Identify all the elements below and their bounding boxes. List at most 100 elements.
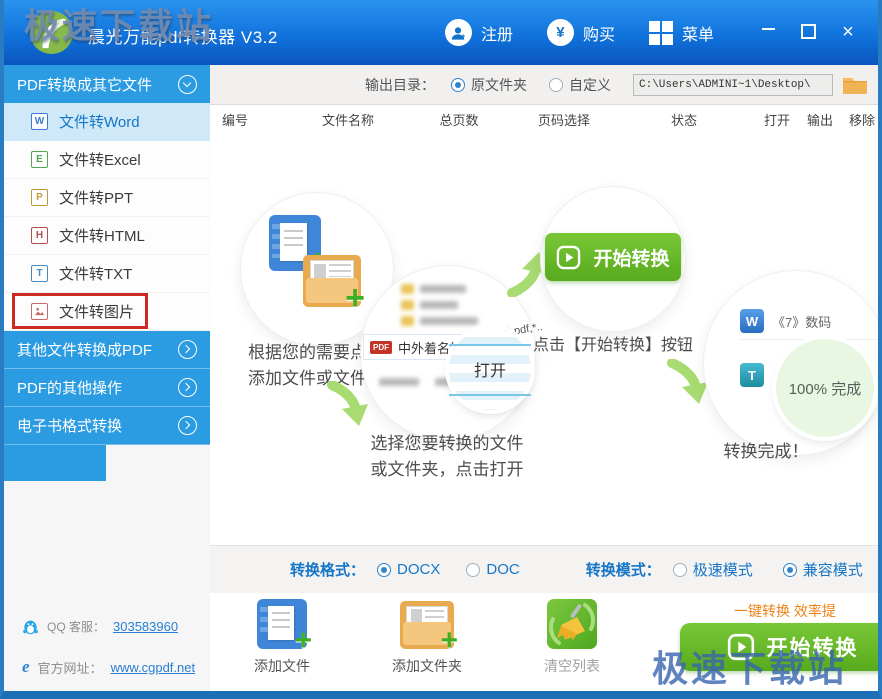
radio-custom-folder-label[interactable]: 自定义	[569, 75, 611, 95]
app-window: 晨光万能pdf转换器 V3.2 + 注册 ¥ 购买 菜单 × 极	[0, 0, 882, 699]
radio-source-folder-label[interactable]: 原文件夹	[471, 75, 527, 95]
official-site-label: 官方网址：	[38, 658, 103, 677]
txt-doc-icon: T	[740, 363, 764, 387]
play-icon	[556, 245, 581, 270]
chevron-right-circle-icon	[178, 416, 197, 435]
qq-service-label: QQ 客服：	[47, 618, 105, 635]
col-status: 状态	[614, 110, 754, 129]
add-file-icon: +	[257, 599, 307, 649]
tutorial-step4-caption: 转换完成！	[684, 439, 848, 465]
txt-file-icon: T	[31, 265, 48, 282]
result-file-text: 《7》数码	[772, 312, 831, 331]
col-output: 输出	[800, 110, 840, 129]
add-folder-label: 添加文件夹	[390, 656, 464, 676]
sidebar-section-ebook-convert[interactable]: 电子书格式转换	[4, 407, 210, 445]
close-button[interactable]: ×	[828, 0, 868, 65]
qq-number-link[interactable]: 303583960	[113, 619, 178, 634]
action-bar: + 添加文件 + 添加文件夹	[210, 593, 878, 691]
main-panel: 输出目录： 原文件夹 自定义 编号 文件名称 总页数 页码选择 状态 打开 输出…	[210, 65, 878, 691]
sidebar-item-label: 文件转TXT	[59, 263, 132, 284]
register-user-icon: +	[445, 19, 472, 46]
sidebar-section-pdf-to-other[interactable]: PDF转换成其它文件	[4, 65, 210, 103]
buy-label: 购买	[583, 21, 615, 45]
minimize-button[interactable]	[748, 0, 788, 65]
menu-label: 菜单	[682, 21, 714, 45]
radio-docx[interactable]	[377, 563, 391, 577]
sidebar-item-label: 文件转HTML	[59, 225, 145, 246]
radio-doc[interactable]	[466, 563, 480, 577]
radio-source-folder[interactable]	[451, 78, 465, 92]
register-label: 注册	[481, 21, 513, 45]
col-pages: 总页数	[404, 110, 514, 129]
word-doc-icon: W	[740, 309, 764, 333]
buy-button[interactable]: ¥ 购买	[547, 19, 615, 46]
menu-button[interactable]: 菜单	[649, 21, 714, 45]
col-index: 编号	[210, 110, 292, 129]
official-site-link[interactable]: www.cgpdf.net	[111, 660, 196, 675]
window-title: 晨光万能pdf转换器 V3.2	[88, 23, 278, 48]
sidebar-item-pdf-to-excel[interactable]: E 文件转Excel	[4, 141, 210, 179]
tutorial-step3-circle: 开始转换	[540, 186, 686, 332]
play-icon	[727, 633, 755, 661]
radio-compat-mode-label[interactable]: 兼容模式	[803, 559, 863, 580]
sidebar-item-label: 文件转Excel	[59, 149, 141, 170]
sidebar-section-label: 电子书格式转换	[17, 415, 122, 436]
open-button: 打开	[474, 357, 506, 381]
qq-icon	[22, 618, 39, 635]
sidebar-item-pdf-to-ppt[interactable]: P 文件转PPT	[4, 179, 210, 217]
sidebar-item-pdf-to-image[interactable]: 文件转图片	[4, 293, 210, 331]
word-file-icon: W	[31, 113, 48, 130]
radio-docx-label[interactable]: DOCX	[397, 561, 440, 578]
sidebar-section-label: PDF转换成其它文件	[17, 74, 152, 95]
format-bar: 转换格式： DOCX DOC 转换模式： 极速模式 兼容模式	[210, 545, 878, 593]
start-convert-button[interactable]: 开始转换	[680, 623, 878, 671]
radio-doc-label[interactable]: DOC	[486, 561, 519, 578]
green-plus-icon: +	[440, 626, 458, 656]
radio-compat-mode[interactable]	[783, 563, 797, 577]
svg-text:+: +	[462, 33, 466, 40]
radio-fast-mode-label[interactable]: 极速模式	[693, 559, 753, 580]
sidebar-section-pdf-other-ops[interactable]: PDF的其他操作	[4, 369, 210, 407]
sidebar: PDF转换成其它文件 W 文件转Word E 文件转Excel P 文件转PPT…	[4, 65, 210, 691]
menu-grid-icon	[649, 21, 673, 45]
minimize-icon	[762, 28, 775, 30]
mode-label: 转换模式：	[586, 559, 661, 580]
sidebar-section-label: PDF的其他操作	[17, 377, 122, 398]
sidebar-accent-block	[4, 445, 106, 481]
sidebar-item-pdf-to-txt[interactable]: T 文件转TXT	[4, 255, 210, 293]
radio-fast-mode[interactable]	[673, 563, 687, 577]
col-remove: 移除	[840, 110, 878, 129]
sidebar-item-pdf-to-html[interactable]: H 文件转HTML	[4, 217, 210, 255]
clear-list-button[interactable]: 清空列表	[535, 599, 609, 676]
tutorial-start-convert-button: 开始转换	[545, 233, 681, 281]
sidebar-item-pdf-to-word[interactable]: W 文件转Word	[4, 103, 210, 141]
radio-custom-folder[interactable]	[549, 78, 563, 92]
excel-file-icon: E	[31, 151, 48, 168]
add-folder-button[interactable]: + 添加文件夹	[390, 599, 464, 676]
sidebar-item-label: 文件转Word	[59, 111, 140, 132]
output-path-input[interactable]	[633, 74, 833, 96]
col-filename: 文件名称	[292, 110, 404, 129]
result-row-word: W 《7》数码	[740, 309, 878, 340]
green-plus-icon: +	[345, 281, 365, 315]
output-directory-bar: 输出目录： 原文件夹 自定义	[210, 65, 878, 105]
col-open: 打开	[754, 110, 800, 129]
sidebar-section-other-to-pdf[interactable]: 其他文件转换成PDF	[4, 331, 210, 369]
sidebar-section-label: 其他文件转换成PDF	[17, 339, 152, 360]
col-page-select: 页码选择	[514, 110, 614, 129]
browse-folder-button[interactable]	[842, 74, 868, 96]
format-label: 转换格式：	[290, 559, 365, 580]
image-icon	[31, 303, 48, 320]
close-icon: ×	[842, 21, 854, 43]
maximize-button[interactable]	[788, 0, 828, 65]
progress-magnifier: 100% 完成	[776, 339, 874, 437]
tutorial-step3-caption: 点击【开始转换】按钮	[500, 333, 726, 359]
add-file-button[interactable]: + 添加文件	[245, 599, 319, 676]
promo-text: 一键转换 效率提	[734, 601, 836, 621]
pdf-badge-icon: PDF	[370, 341, 392, 354]
clear-list-label: 清空列表	[535, 656, 609, 676]
register-button[interactable]: + 注册	[445, 19, 513, 46]
tutorial-step4-circle: W 《7》数码 T 《7》 100% 完成	[703, 270, 878, 456]
sidebar-item-label: 文件转PPT	[59, 187, 133, 208]
maximize-icon	[801, 24, 816, 39]
